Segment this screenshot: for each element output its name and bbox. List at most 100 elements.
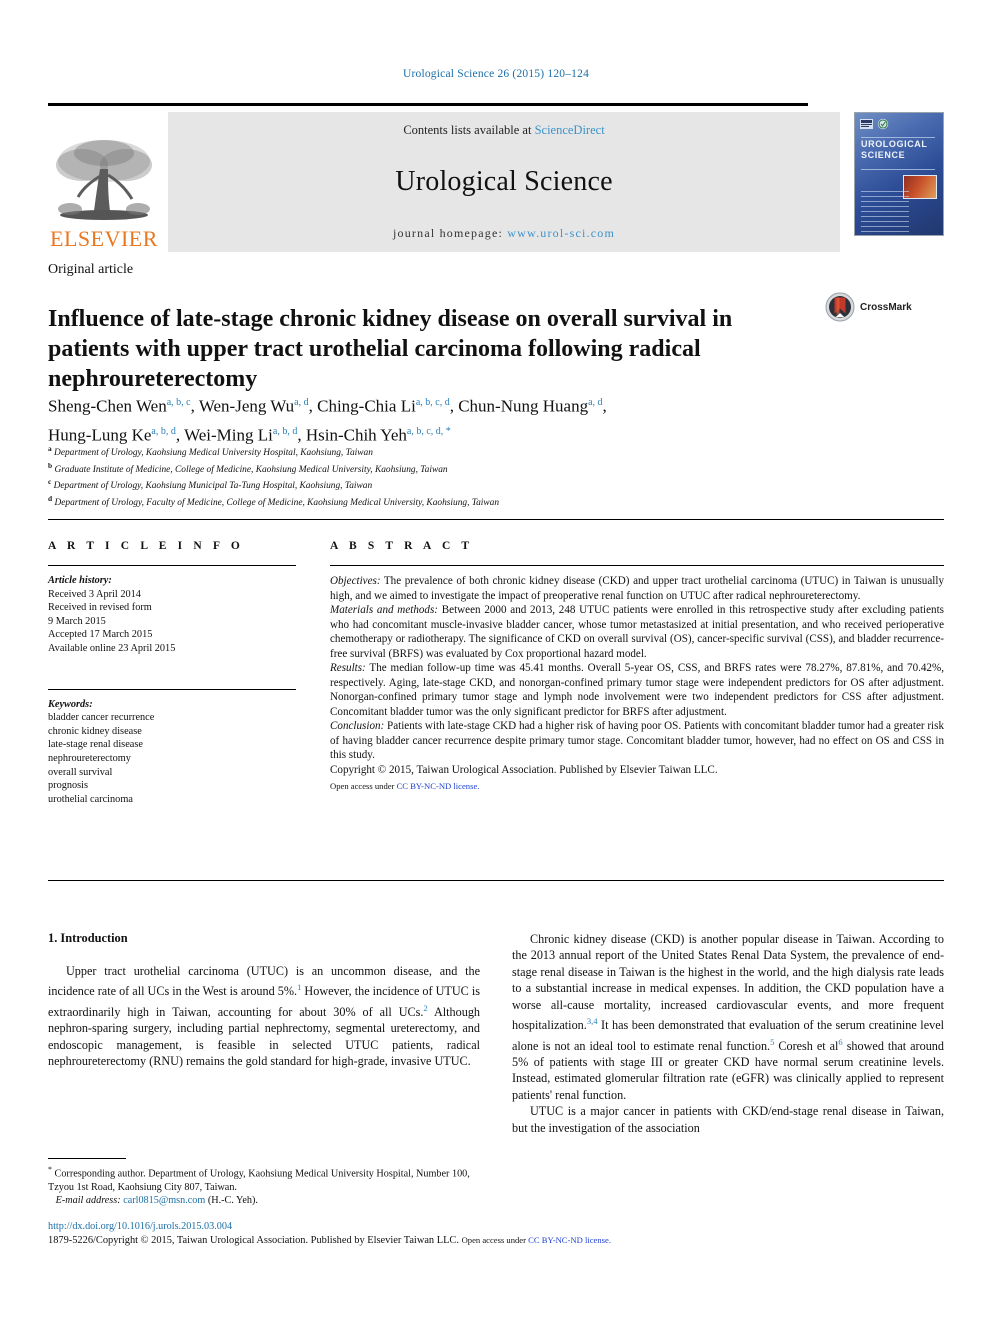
article-info-column: A R T I C L E I N F O Article history: R… <box>48 540 296 806</box>
author-name: Sheng-Chen Wen <box>48 396 167 416</box>
abstract-conclusion-label: Conclusion: <box>330 720 385 732</box>
keywords-rule <box>48 688 296 690</box>
homepage-prefix: journal homepage: <box>393 226 508 240</box>
paragraph: UTUC is a major cancer in patients with … <box>512 1104 944 1135</box>
affiliation-label: b <box>48 460 53 470</box>
journal-homepage-link[interactable]: www.urol-sci.com <box>507 226 615 240</box>
article-history: Article history: Received 3 April 2014 R… <box>48 574 296 656</box>
elsevier-tree-icon <box>56 140 152 220</box>
article-info-heading: A R T I C L E I N F O <box>48 540 244 552</box>
citation-ref[interactable]: 3,4 <box>587 1016 598 1026</box>
abstract-results-label: Results: <box>330 662 366 674</box>
article-history-item: Received in revised form <box>48 602 152 614</box>
affiliation-text: Department of Urology, Kaohsiung Municip… <box>53 481 373 492</box>
footer-cc-license-link[interactable]: CC BY-NC-ND license. <box>528 1235 611 1245</box>
author-name: Hung-Lung Ke <box>48 425 152 445</box>
corresponding-text: Corresponding author. Department of Urol… <box>48 1168 470 1193</box>
author-name: Chun-Nung Huang <box>458 396 589 416</box>
author-name: Ching-Chia Li <box>317 396 416 416</box>
keyword-item: chronic kidney disease <box>48 725 142 737</box>
author-list: Sheng-Chen Wena, b, c, Wen-Jeng Wua, d, … <box>48 396 607 445</box>
contents-line: Contents lists available at ScienceDirec… <box>403 123 604 138</box>
author-affil-marks: a, b, c <box>166 397 191 408</box>
abstract-heading: A B S T R A C T <box>330 540 474 552</box>
abstract-body: Objectives: The prevalence of both chron… <box>330 574 944 794</box>
paper-page: Urological Science 26 (2015) 120–124 ELS… <box>0 0 992 1323</box>
footer-open-access-prefix: Open access under <box>461 1235 529 1245</box>
doi-link[interactable]: http://dx.doi.org/10.1016/j.urols.2015.0… <box>48 1221 232 1232</box>
running-head: Urological Science 26 (2015) 120–124 <box>402 68 590 80</box>
article-type: Original article <box>48 262 134 277</box>
elsevier-logo: ELSEVIER <box>48 112 160 252</box>
affiliation-text: Graduate Institute of Medicine, College … <box>54 464 448 475</box>
abstract-methods-label: Materials and methods: <box>330 604 438 616</box>
keyword-item: bladder cancer recurrence <box>48 712 155 724</box>
keyword-item: nephroureterectomy <box>48 752 131 764</box>
body-column-left: Upper tract urothelial carcinoma (UTUC) … <box>48 963 480 1070</box>
affiliation-label: d <box>48 494 53 504</box>
affiliation-text: Department of Urology, Kaohsiung Medical… <box>54 448 373 459</box>
author-affil-marks: a, d <box>588 397 603 408</box>
cover-title-line2: SCIENCE <box>861 150 906 160</box>
keyword-item: prognosis <box>48 780 89 792</box>
cover-title-line1: UROLOGICAL <box>861 139 928 149</box>
footnote-rule <box>48 1158 126 1159</box>
affiliation-item: c Department of Urology, Kaohsiung Munic… <box>48 476 868 493</box>
journal-cover-thumbnail[interactable]: UROLOGICAL SCIENCE <box>854 112 944 236</box>
affiliation-item: d Department of Urology, Faculty of Medi… <box>48 493 868 510</box>
crossmark-label: CrossMark <box>860 301 912 313</box>
keyword-item: overall survival <box>48 766 113 778</box>
open-access-prefix: Open access under <box>330 781 397 791</box>
article-info-rule <box>48 565 296 566</box>
keyword-item: late-stage renal disease <box>48 739 143 751</box>
affiliation-label: c <box>48 477 52 487</box>
author-affil-marks: a, b, c, d, * <box>406 425 451 437</box>
abstract-copyright: Copyright © 2015, Taiwan Urological Asso… <box>330 763 718 776</box>
article-history-label: Article history: <box>48 575 112 586</box>
page-title: Influence of late-stage chronic kidney d… <box>48 306 733 393</box>
abstract-results-text: The median follow-up time was 45.41 mont… <box>330 662 944 718</box>
copyright-text: 1879-5226/Copyright © 2015, Taiwan Urolo… <box>48 1235 462 1246</box>
author-name: Hsin-Chih Yeh <box>305 425 407 445</box>
corresponding-author-note: * Corresponding author. Department of Ur… <box>48 1163 484 1208</box>
masthead-top-rule <box>48 103 808 106</box>
keyword-item: urothelial carcinoma <box>48 793 133 805</box>
journal-society-logo-icon <box>860 118 889 130</box>
affiliation-list: a Department of Urology, Kaohsiung Medic… <box>48 443 868 510</box>
abstract-results: Results: The median follow-up time was 4… <box>330 661 944 719</box>
footer-copyright: 1879-5226/Copyright © 2015, Taiwan Urolo… <box>48 1235 908 1246</box>
abstract-methods: Materials and methods: Between 2000 and … <box>330 603 944 661</box>
abstract-objectives: Objectives: The prevalence of both chron… <box>330 574 944 603</box>
affiliation-item: b Graduate Institute of Medicine, Colleg… <box>48 460 868 477</box>
keywords-label: Keywords: <box>48 698 93 710</box>
author-affil-marks: a, b, d <box>151 425 176 437</box>
article-history-item: 9 March 2015 <box>48 615 106 627</box>
crossmark-icon <box>825 292 855 322</box>
journal-masthead: ELSEVIER Contents lists available at Sci… <box>48 103 944 252</box>
abstract-objectives-label: Objectives: <box>330 575 381 587</box>
journal-band: Contents lists available at ScienceDirec… <box>168 112 840 252</box>
contents-prefix: Contents lists available at <box>403 123 535 137</box>
body-column-right: Chronic kidney disease (CKD) is another … <box>512 931 944 1136</box>
affiliation-item: a Department of Urology, Kaohsiung Medic… <box>48 443 868 460</box>
author-name: Wei-Ming Li <box>184 425 273 445</box>
email-link[interactable]: carl0815@msn.com <box>123 1195 205 1206</box>
abstract-block-bottom-rule <box>48 880 944 881</box>
abstract-open-access: Open access under CC BY-NC-ND license. <box>330 779 944 794</box>
author-name: Wen-Jeng Wu <box>198 396 295 416</box>
paragraph: Chronic kidney disease (CKD) is another … <box>512 931 944 1103</box>
author-affil-marks: a, d <box>294 397 309 408</box>
journal-homepage-line: journal homepage: www.urol-sci.com <box>393 226 615 241</box>
journal-title: Urological Science <box>395 166 613 197</box>
section-heading-introduction: 1. Introduction <box>48 931 128 945</box>
abstract-column: A B S T R A C T Objectives: The prevalen… <box>330 540 944 794</box>
crossmark-badge[interactable]: CrossMark <box>825 292 912 322</box>
email-label: E-mail address: <box>55 1195 121 1207</box>
author-affil-marks: a, b, c, d <box>415 397 450 408</box>
sciencedirect-link[interactable]: ScienceDirect <box>535 123 605 137</box>
author-affil-marks: a, b, d <box>272 425 298 437</box>
cover-text-lines <box>861 191 909 235</box>
abstract-objectives-text: The prevalence of both chronic kidney di… <box>330 575 944 602</box>
cc-license-link[interactable]: CC BY-NC-ND license. <box>397 781 480 791</box>
elsevier-wordmark: ELSEVIER <box>50 226 158 251</box>
